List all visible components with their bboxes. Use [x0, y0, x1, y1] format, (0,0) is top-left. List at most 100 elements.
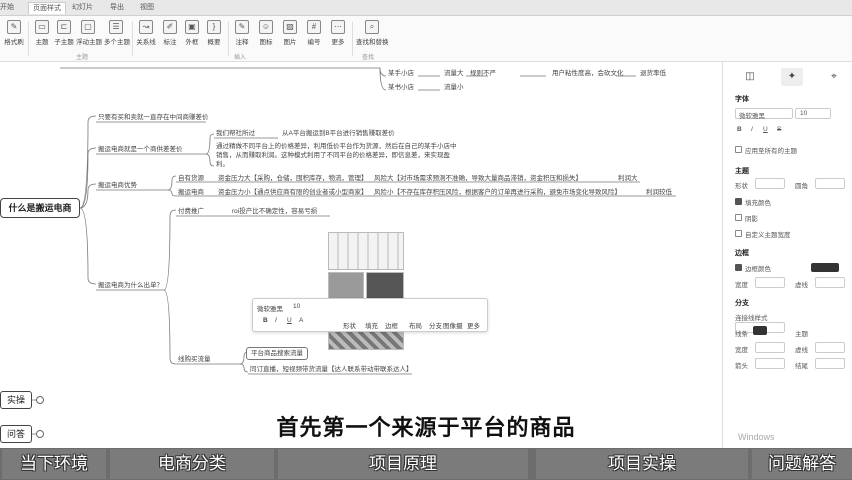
- shadow-checkbox[interactable]: [735, 214, 742, 221]
- italic-button[interactable]: I: [275, 317, 277, 324]
- node-high-risk[interactable]: 风险大【对市场需求预测不准确，导致大量商品滞销，资金积压和损失】: [374, 174, 582, 183]
- italic-toggle[interactable]: I: [751, 126, 753, 133]
- tab-page-style[interactable]: 页面样式: [28, 2, 66, 14]
- text-color-button[interactable]: A: [299, 317, 303, 324]
- node-a-to-b-platform[interactable]: 从A平台搬运到B平台进行销售赚取差价: [282, 129, 395, 138]
- node-roi-uncertain[interactable]: roi投产比不确定性，容易亏损: [232, 207, 317, 216]
- node-low-return-rate[interactable]: 退货率低: [640, 69, 666, 78]
- line-color-swatch[interactable]: [753, 326, 767, 335]
- arrow-dropdown[interactable]: [755, 358, 785, 369]
- subtopic-button[interactable]: ⊏ 子主题: [52, 20, 76, 46]
- fill-button[interactable]: 填充: [365, 320, 378, 330]
- node-kuaishou-store[interactable]: 某手小店: [388, 69, 414, 78]
- node-high-traffic[interactable]: 流量大: [444, 69, 464, 78]
- font-family-select[interactable]: 微软雅黑: [257, 303, 283, 313]
- node-desc-line3[interactable]: 利。: [216, 160, 229, 169]
- branch-button[interactable]: 分支: [429, 320, 442, 330]
- node-low-traffic[interactable]: 流量小: [444, 83, 464, 92]
- node-low-profit[interactable]: 利润较低: [646, 188, 672, 197]
- node-search-traffic[interactable]: 平台商品搜索流量: [246, 347, 308, 360]
- node-own-supply[interactable]: 自有货源: [178, 174, 204, 183]
- corner-dropdown[interactable]: [815, 178, 845, 189]
- boundary-button[interactable]: ▣ 外框: [180, 20, 204, 46]
- more-options-button[interactable]: 更多: [467, 320, 480, 330]
- node-low-risk[interactable]: 风险小【不存在库存积压风险，根据客户的订单再进行采购，避免市场变化导致风险】: [374, 188, 621, 197]
- topic-button[interactable]: ▭ 主题: [30, 20, 54, 46]
- chapter-project-principle[interactable]: 项目原理: [278, 449, 528, 479]
- image-adjust-button[interactable]: 图像摄: [443, 320, 463, 330]
- node-xiaohongshu-store[interactable]: 某书小店: [388, 83, 414, 92]
- chapter-qa[interactable]: 问题解答: [752, 449, 852, 479]
- find-replace-button[interactable]: ⌕ 查找和替换: [356, 20, 389, 46]
- border-dash-dropdown[interactable]: [815, 277, 845, 288]
- chapter-ecommerce-categories[interactable]: 电商分类: [110, 449, 274, 479]
- format-painter-button[interactable]: ✎ 格式刷: [2, 20, 26, 46]
- node-arbitrage-advantages[interactable]: 搬运电商优势: [98, 181, 137, 190]
- bold-toggle[interactable]: B: [737, 126, 742, 133]
- font-size-select[interactable]: 10: [293, 303, 300, 310]
- node-desc-line2[interactable]: 销售，从而赚取利润。这种模式利用了不同平台的价格差异，即信息差，来实现盈: [216, 151, 450, 160]
- node-high-profit[interactable]: 利润大: [618, 174, 638, 183]
- chapter-project-practice[interactable]: 项目实操: [536, 449, 748, 479]
- multi-topic-button[interactable]: ☰ 多个主题: [104, 20, 130, 46]
- shape-dropdown[interactable]: [755, 178, 785, 189]
- border-width-dropdown[interactable]: [755, 277, 785, 288]
- icon-tab-icon[interactable]: ✦: [781, 68, 803, 86]
- layout-button[interactable]: 布局: [409, 320, 422, 330]
- relation-line-button[interactable]: ↝ 关系线: [134, 20, 158, 46]
- node-live-video-traffic[interactable]: 同订直播，短视频带货流量【达人联系带动带联系达人】: [250, 365, 413, 374]
- side-node-practice[interactable]: 实操: [0, 391, 32, 409]
- font-family-dropdown[interactable]: 微软雅黑: [735, 108, 793, 120]
- node-what-is-arbitrage[interactable]: 搬运电商就是一个商供差差价: [98, 145, 183, 154]
- node-why-orders[interactable]: 搬运电商为什么出单？: [98, 281, 163, 290]
- node-loose-rules[interactable]: 规则不严: [470, 69, 496, 78]
- node-user-stickiness[interactable]: 用户粘性度高，会砍文化: [552, 69, 624, 78]
- underline-toggle[interactable]: U: [763, 126, 768, 133]
- line-dash-dropdown[interactable]: [815, 342, 845, 353]
- node-we-help[interactable]: 我们帮社所过: [216, 129, 255, 138]
- note-button[interactable]: ✎ 注释: [230, 20, 254, 46]
- border-button[interactable]: 边框: [385, 320, 398, 330]
- node-low-capital-pressure[interactable]: 资金压力小【通点供应商有限的创业者或小型商家】: [218, 188, 368, 197]
- node-arbitrage-ecom[interactable]: 搬运电商: [178, 188, 204, 197]
- line-width-label: 宽度: [735, 347, 748, 354]
- more-button[interactable]: ⋯ 更多: [326, 20, 350, 46]
- underline-button[interactable]: U: [287, 317, 292, 324]
- image-button[interactable]: ▨ 图片: [278, 20, 302, 46]
- root-topic[interactable]: 什么是搬运电商: [0, 198, 80, 218]
- shape-button[interactable]: 形状: [343, 320, 356, 330]
- style-tab-icon[interactable]: ◫: [739, 68, 761, 86]
- embedded-screenshot-image[interactable]: [328, 232, 404, 352]
- floating-topic-button[interactable]: ▢ 浮动主题: [76, 20, 102, 46]
- tab-slides[interactable]: 幻灯片: [72, 2, 93, 14]
- collapse-toggle[interactable]: [36, 396, 44, 404]
- tab-start[interactable]: 开始: [0, 2, 14, 14]
- find-replace-icon: ⌕: [365, 20, 379, 34]
- node-free-traffic[interactable]: 线购买流量: [178, 355, 211, 364]
- summary-button[interactable]: } 概要: [202, 20, 226, 46]
- node-paid-promotion[interactable]: 付费推广: [178, 207, 204, 216]
- callout-button[interactable]: ✐ 标注: [158, 20, 182, 46]
- tab-view[interactable]: 视图: [140, 2, 154, 14]
- tab-export[interactable]: 导出: [110, 2, 124, 14]
- sticker-button[interactable]: ☺ 图标: [254, 20, 278, 46]
- node-high-capital-pressure[interactable]: 资金压力大【采购，仓储，囤积库存，物流，管理】: [218, 174, 368, 183]
- callout-icon: ✐: [163, 20, 177, 34]
- map-tab-icon[interactable]: ⌖: [823, 68, 845, 86]
- chapter-current-environment[interactable]: 当下环境: [2, 449, 106, 479]
- border-color-checkbox[interactable]: [735, 264, 742, 271]
- sticker-icon: ☺: [259, 20, 273, 34]
- node-desc-line1[interactable]: 通过精做不同平台上的价格差异，利用低价平台作为货源，然后在自己的某手小店中: [216, 142, 457, 151]
- font-size-dropdown[interactable]: 10: [795, 108, 831, 119]
- line-width-dropdown[interactable]: [755, 342, 785, 353]
- end-dropdown[interactable]: [815, 358, 845, 369]
- border-color-swatch[interactable]: [811, 263, 839, 272]
- bold-button[interactable]: B: [263, 317, 268, 324]
- custom-width-checkbox[interactable]: [735, 230, 742, 237]
- node-middleman-margin[interactable]: 只要有买和卖就一直存在中间商赚差价: [98, 113, 209, 122]
- strike-toggle[interactable]: S: [777, 126, 781, 133]
- fill-color-checkbox[interactable]: [735, 198, 742, 205]
- apply-all-checkbox[interactable]: [735, 146, 742, 153]
- numbering-button[interactable]: # 编号: [302, 20, 326, 46]
- title-bar: 开始 页面样式 幻灯片 导出 视图: [0, 0, 852, 16]
